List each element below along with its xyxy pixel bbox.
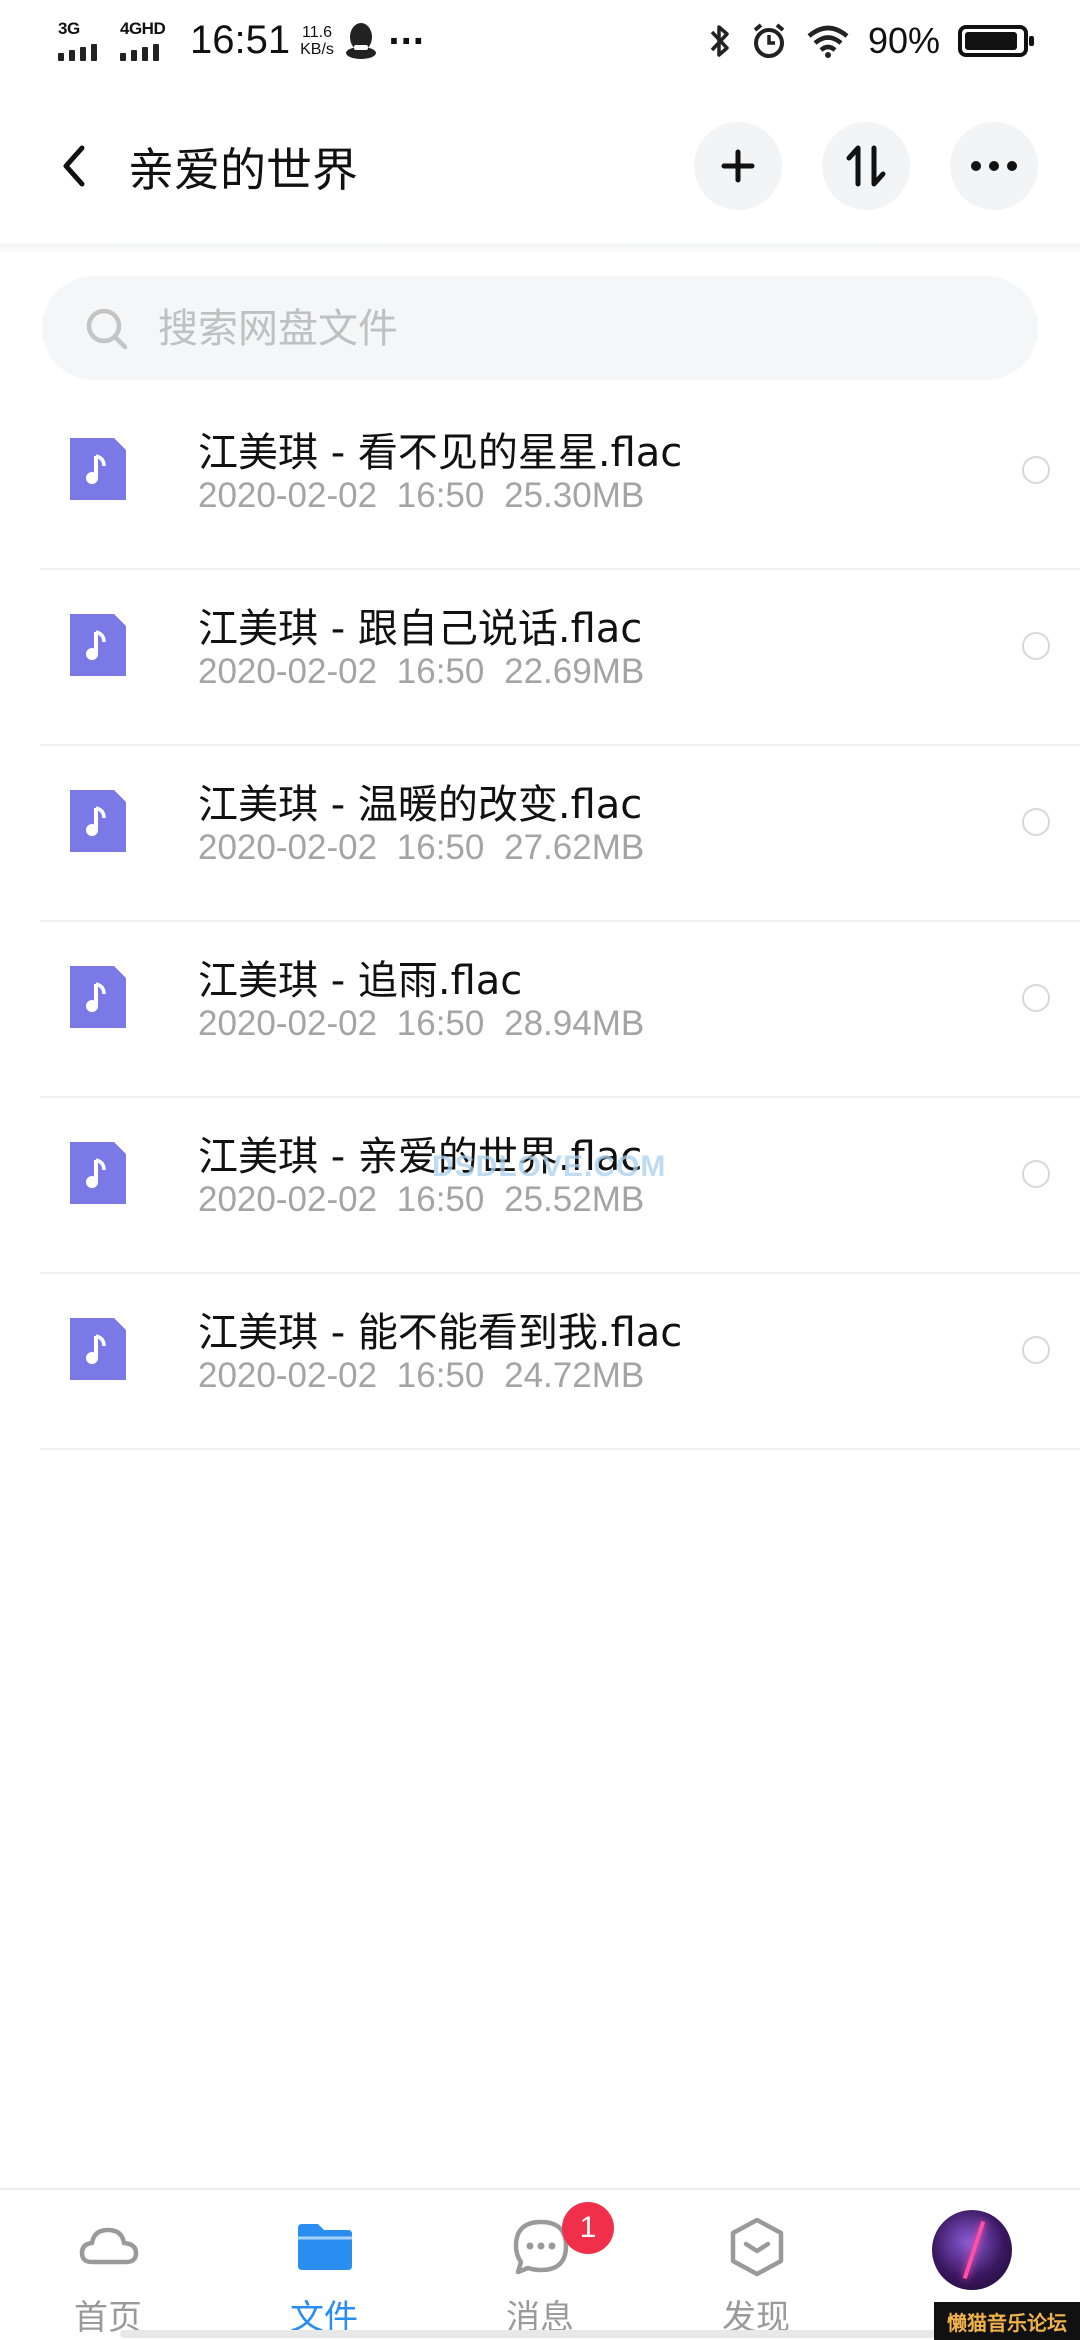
clock: 16:51 xyxy=(190,18,291,62)
folder-icon xyxy=(298,2224,352,2270)
nav-item-home[interactable]: 首页 xyxy=(0,2190,216,2340)
search-input[interactable] xyxy=(158,304,958,354)
plus-icon xyxy=(721,149,755,183)
more-notifications-icon: ··· xyxy=(387,21,425,60)
file-list: 江美琪 - 看不见的星星.flac 2020-02-02 16:50 25.30… xyxy=(0,394,1080,1450)
file-time: 16:50 xyxy=(396,1356,485,1395)
file-name: 江美琪 - 跟自己说话.flac xyxy=(198,606,643,652)
search-bar[interactable] xyxy=(42,276,1038,380)
file-date: 2020-02-02 xyxy=(198,1356,378,1395)
select-checkbox[interactable] xyxy=(1022,808,1050,836)
file-size: 28.94MB xyxy=(504,1004,645,1043)
file-meta: 2020-02-02 16:50 27.62MB xyxy=(198,828,644,868)
select-checkbox[interactable] xyxy=(1022,984,1050,1012)
file-size: 24.72MB xyxy=(504,1356,645,1395)
nav-item-files[interactable]: 文件 xyxy=(216,2190,432,2340)
file-date: 2020-02-02 xyxy=(198,828,378,867)
file-size: 25.30MB xyxy=(504,476,645,515)
audio-file-icon xyxy=(70,438,126,500)
alarm-icon xyxy=(753,23,785,58)
file-time: 16:50 xyxy=(396,652,485,691)
file-size: 25.52MB xyxy=(504,1180,645,1219)
file-row[interactable]: 江美琪 - 看不见的星星.flac 2020-02-02 16:50 25.30… xyxy=(40,394,1080,570)
header-divider xyxy=(0,244,1080,254)
file-date: 2020-02-02 xyxy=(198,1180,378,1219)
audio-file-icon xyxy=(70,614,126,676)
audio-file-icon xyxy=(70,966,126,1028)
discover-icon xyxy=(730,2217,784,2277)
file-row[interactable]: 江美琪 - 能不能看到我.flac 2020-02-02 16:50 24.72… xyxy=(40,1274,1080,1450)
file-row[interactable]: 江美琪 - 亲爱的世界.flac 2020-02-02 16:50 25.52M… xyxy=(40,1098,1080,1274)
file-meta: 2020-02-02 16:50 28.94MB xyxy=(198,1004,644,1044)
file-date: 2020-02-02 xyxy=(198,1004,378,1043)
file-name: 江美琪 - 温暖的改变.flac xyxy=(198,782,643,828)
battery-icon xyxy=(958,25,1034,57)
search-icon xyxy=(86,308,128,350)
select-checkbox[interactable] xyxy=(1022,632,1050,660)
select-checkbox[interactable] xyxy=(1022,1160,1050,1188)
bottom-nav: 首页 文件 1 消息 发现 xyxy=(0,2188,1080,2340)
audio-file-icon xyxy=(70,1142,126,1204)
network-speed: 11.6 KB/s xyxy=(300,24,334,58)
file-date: 2020-02-02 xyxy=(198,652,378,691)
more-button[interactable] xyxy=(950,122,1038,210)
speed-value: 11.6 xyxy=(302,23,332,41)
file-time: 16:50 xyxy=(396,476,485,515)
nav-item-messages[interactable]: 1 消息 xyxy=(432,2190,648,2340)
more-horizontal-icon xyxy=(971,161,1017,171)
add-button[interactable] xyxy=(694,122,782,210)
audio-file-icon xyxy=(70,1318,126,1380)
cloud-icon xyxy=(79,2227,139,2265)
qq-icon xyxy=(345,22,376,59)
file-time: 16:50 xyxy=(396,1004,485,1043)
signal-label-1: 3G xyxy=(58,18,80,38)
status-bar: 3G 4GHD 16:51 11.6 KB/s ··· 90% xyxy=(0,0,1080,84)
file-row[interactable]: 江美琪 - 追雨.flac 2020-02-02 16:50 28.94MB xyxy=(40,922,1080,1098)
file-name: 江美琪 - 看不见的星星.flac xyxy=(198,430,683,476)
file-row[interactable]: 江美琪 - 跟自己说话.flac 2020-02-02 16:50 22.69M… xyxy=(40,570,1080,746)
file-date: 2020-02-02 xyxy=(198,476,378,515)
signal-4g-icon: 4GHD xyxy=(120,19,172,63)
forum-stamp: 懒猫音乐论坛 xyxy=(934,2302,1080,2340)
nav-item-discover[interactable]: 发现 xyxy=(648,2190,864,2340)
back-button[interactable] xyxy=(44,136,104,196)
home-indicator[interactable] xyxy=(120,2330,980,2338)
wifi-icon xyxy=(807,25,849,58)
file-size: 27.62MB xyxy=(504,828,645,867)
bluetooth-icon xyxy=(710,25,729,57)
message-badge: 1 xyxy=(562,2202,614,2254)
app-header: 亲爱的世界 xyxy=(0,100,1080,240)
file-meta: 2020-02-02 16:50 22.69MB xyxy=(198,652,644,692)
file-size: 22.69MB xyxy=(504,652,645,691)
file-row[interactable]: 江美琪 - 温暖的改变.flac 2020-02-02 16:50 27.62M… xyxy=(40,746,1080,922)
avatar[interactable] xyxy=(932,2210,1012,2290)
watermark: DSDLOVE.COM xyxy=(432,1150,667,1183)
file-meta: 2020-02-02 16:50 25.30MB xyxy=(198,476,644,516)
file-time: 16:50 xyxy=(396,1180,485,1219)
speed-unit: KB/s xyxy=(300,40,334,58)
select-checkbox[interactable] xyxy=(1022,456,1050,484)
file-meta: 2020-02-02 16:50 24.72MB xyxy=(198,1356,644,1396)
chevron-left-icon xyxy=(63,145,85,187)
file-time: 16:50 xyxy=(396,828,485,867)
select-checkbox[interactable] xyxy=(1022,1336,1050,1364)
signal-label-2: 4GHD xyxy=(120,18,166,38)
file-name: 江美琪 - 追雨.flac xyxy=(198,958,523,1004)
file-meta: 2020-02-02 16:50 25.52MB xyxy=(198,1180,644,1220)
battery-percent: 90% xyxy=(867,20,940,61)
page-title: 亲爱的世界 xyxy=(128,143,358,197)
file-name: 江美琪 - 能不能看到我.flac xyxy=(198,1310,683,1356)
sort-button[interactable] xyxy=(822,122,910,210)
signal-3g-icon: 3G xyxy=(58,19,110,63)
audio-file-icon xyxy=(70,790,126,852)
sort-icon xyxy=(846,145,886,187)
